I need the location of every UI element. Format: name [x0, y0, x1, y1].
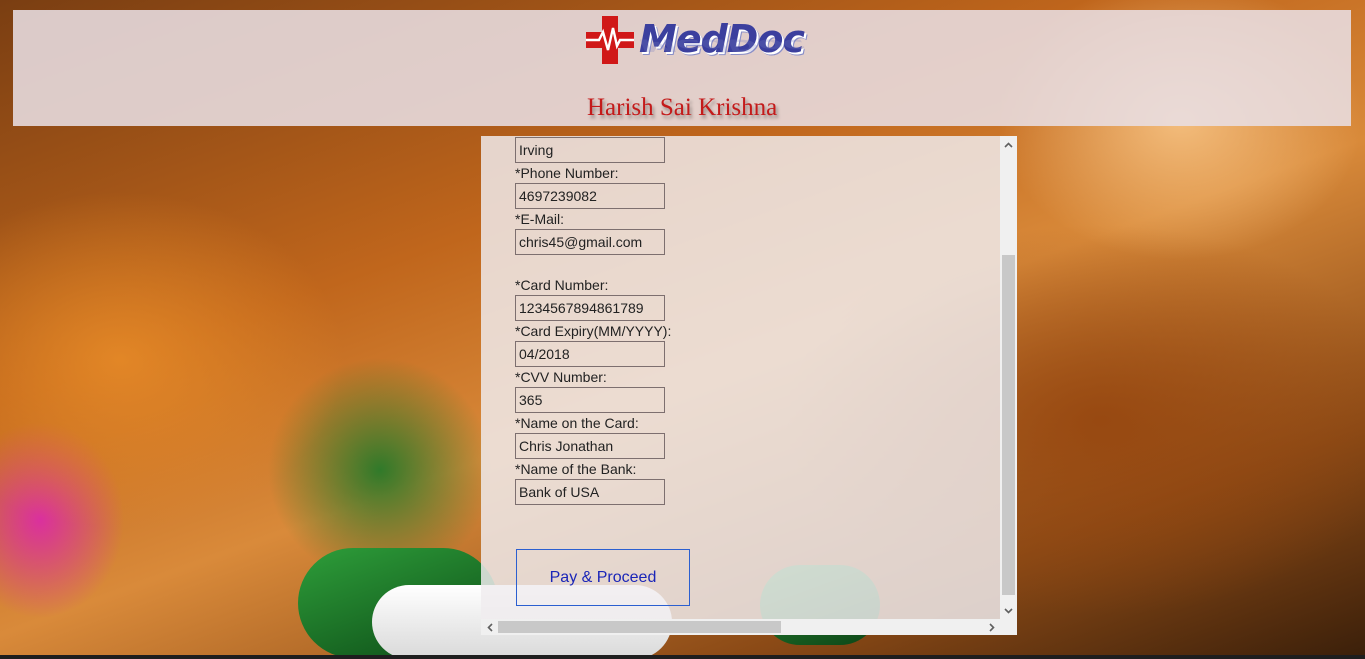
chevron-down-icon[interactable]: [1000, 602, 1017, 619]
card-name-input[interactable]: [515, 433, 665, 459]
email-input[interactable]: [515, 229, 665, 255]
user-name: Harish Sai Krishna: [587, 94, 778, 121]
vertical-scrollbar[interactable]: [1000, 136, 1017, 619]
email-label: *E-Mail:: [515, 211, 565, 227]
pay-and-proceed-button[interactable]: Pay & Proceed: [516, 549, 690, 606]
bank-name-label: *Name of the Bank:: [515, 461, 637, 477]
site-header: MedDoc MedDoc Harish Sai Krishna: [13, 10, 1351, 126]
card-name-label: *Name on the Card:: [515, 415, 639, 431]
payment-form-panel[interactable]: *Phone Number: *E-Mail: *Card Number: *C…: [481, 136, 1017, 635]
meddoc-logo[interactable]: MedDoc MedDoc: [585, 15, 805, 77]
horizontal-scrollbar[interactable]: [481, 619, 1000, 635]
card-number-label: *Card Number:: [515, 277, 609, 293]
cvv-input[interactable]: [515, 387, 665, 413]
cvv-label: *CVV Number:: [515, 369, 607, 385]
phone-input[interactable]: [515, 183, 665, 209]
bank-name-input[interactable]: [515, 479, 665, 505]
city-input[interactable]: [515, 137, 665, 163]
medical-cross-heartbeat-icon: [586, 16, 634, 64]
card-number-input[interactable]: [515, 295, 665, 321]
phone-label: *Phone Number:: [515, 165, 619, 181]
scrollbar-corner: [1000, 619, 1017, 635]
chevron-right-icon[interactable]: [983, 619, 1000, 635]
chevron-left-icon[interactable]: [481, 619, 498, 635]
horizontal-scroll-thumb[interactable]: [498, 621, 781, 633]
card-expiry-label: *Card Expiry(MM/YYYY):: [515, 323, 672, 339]
chevron-up-icon[interactable]: [1000, 136, 1017, 153]
vertical-scroll-thumb[interactable]: [1002, 255, 1015, 595]
bottom-strip: [0, 655, 1365, 659]
logo-reflection: MedDoc: [639, 35, 804, 55]
card-expiry-input[interactable]: [515, 341, 665, 367]
